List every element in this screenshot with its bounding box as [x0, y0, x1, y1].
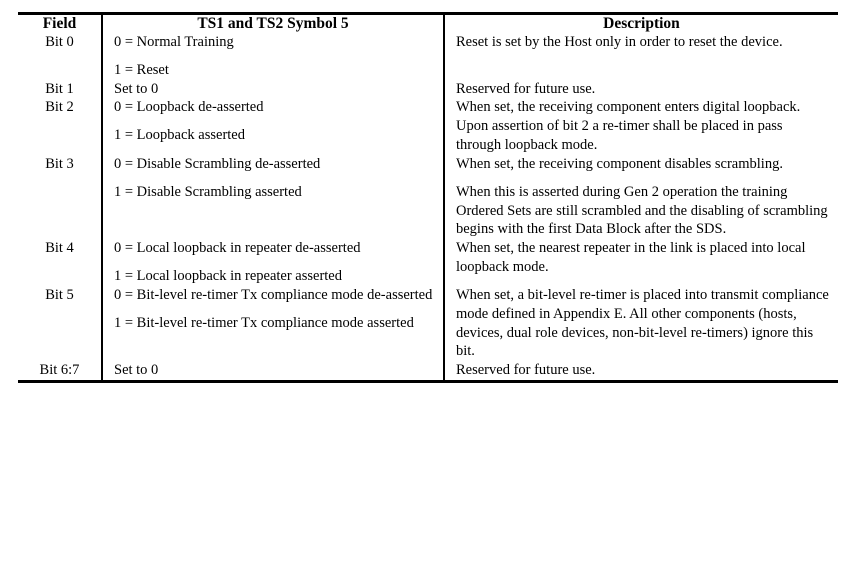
cell-symbol: 0 = Local loopback in repeater de-assert… [101, 239, 444, 286]
table-header: Field TS1 and TS2 Symbol 5 Description [18, 13, 838, 33]
symbol-paragraph: 0 = Bit-level re-timer Tx compliance mod… [114, 286, 433, 303]
cell-description: Reserved for future use. [443, 79, 838, 99]
cell-description: When set, the nearest repeater in the li… [443, 239, 838, 286]
cell-description: When set, the receiving component enters… [443, 98, 838, 155]
symbol-paragraph: 1 = Disable Scrambling asserted [114, 183, 302, 200]
description-paragraph: When this is asserted during Gen 2 opera… [456, 183, 828, 238]
table-row: Bit 1 Set to 0 Reserved for future use. [18, 79, 838, 99]
symbol-paragraph: 0 = Loopback de-asserted [114, 99, 264, 116]
symbol-paragraph: 1 = Bit-level re-timer Tx compliance mod… [114, 314, 414, 331]
description-paragraph: When set, the receiving component enters… [456, 99, 801, 154]
column-header-description: Description [443, 13, 838, 33]
table-body: Bit 0 0 = Normal Training 1 = Reset Reset i… [18, 32, 838, 382]
symbol-paragraph: 0 = Normal Training [114, 33, 234, 50]
symbol-paragraph: 1 = Reset [114, 61, 169, 78]
description-paragraph: When set, the receiving component disabl… [456, 155, 783, 172]
description-paragraph: Reserved for future use. [456, 362, 596, 379]
description-paragraph: Reset is set by the Host only in order t… [456, 33, 783, 50]
cell-field: Bit 2 [45, 99, 74, 116]
cell-field: Bit 0 [45, 33, 74, 50]
symbol-paragraph: 1 = Local loopback in repeater asserted [114, 268, 342, 285]
table-row: Bit 5 0 = Bit-level re-timer Tx complianc… [18, 285, 838, 362]
cell-field: Bit 1 [45, 80, 74, 97]
table-row: Bit 3 0 = Disable Scrambling de-asserted 1… [18, 154, 838, 240]
cell-symbol: 0 = Loopback de-asserted 1 = Loopback ass… [101, 98, 444, 155]
symbol-paragraph: Set to 0 [114, 362, 159, 379]
cell-description: When set, a bit-level re-timer is placed… [443, 285, 838, 362]
table-row: Bit 4 0 = Local loopback in repeater de-a… [18, 239, 838, 286]
table-header-row: Field TS1 and TS2 Symbol 5 Description [18, 13, 838, 33]
cell-description: Reset is set by the Host only in order t… [443, 32, 838, 80]
cell-symbol: Set to 0 [101, 79, 444, 99]
table-row: Bit 6:7 Set to 0 Reserved for future use. [18, 361, 838, 382]
cell-description: When set, the receiving component disabl… [443, 154, 838, 240]
description-paragraph: When set, a bit-level re-timer is placed… [456, 286, 829, 360]
cell-field: Bit 4 [45, 240, 74, 257]
cell-symbol: 0 = Bit-level re-timer Tx compliance mod… [101, 285, 444, 362]
symbol-paragraph: 1 = Loopback asserted [114, 127, 245, 144]
cell-field: Bit 3 [45, 155, 74, 172]
symbol-paragraph: 0 = Disable Scrambling de-asserted [114, 155, 321, 172]
description-paragraph: Reserved for future use. [456, 80, 596, 97]
spec-table-container: Field TS1 and TS2 Symbol 5 Description B… [18, 12, 838, 384]
column-header-field: Field [42, 15, 77, 32]
cell-symbol: 0 = Normal Training 1 = Reset [101, 32, 444, 80]
cell-field: Bit 5 [45, 286, 74, 303]
description-paragraph: When set, the nearest repeater in the li… [456, 240, 806, 276]
cell-symbol: Set to 0 [101, 361, 444, 382]
table-row: Bit 2 0 = Loopback de-asserted 1 = Loopbac… [18, 98, 838, 155]
ts1-ts2-symbol5-table: Field TS1 and TS2 Symbol 5 Description B… [18, 12, 838, 384]
symbol-paragraph: 0 = Local loopback in repeater de-assert… [114, 240, 361, 257]
column-header-symbol: TS1 and TS2 Symbol 5 [101, 13, 444, 33]
table-row: Bit 0 0 = Normal Training 1 = Reset Reset i… [18, 32, 838, 80]
symbol-paragraph: Set to 0 [114, 80, 159, 97]
cell-symbol: 0 = Disable Scrambling de-asserted 1 = Di… [101, 154, 444, 240]
cell-description: Reserved for future use. [443, 361, 838, 382]
cell-field: Bit 6:7 [39, 362, 80, 379]
